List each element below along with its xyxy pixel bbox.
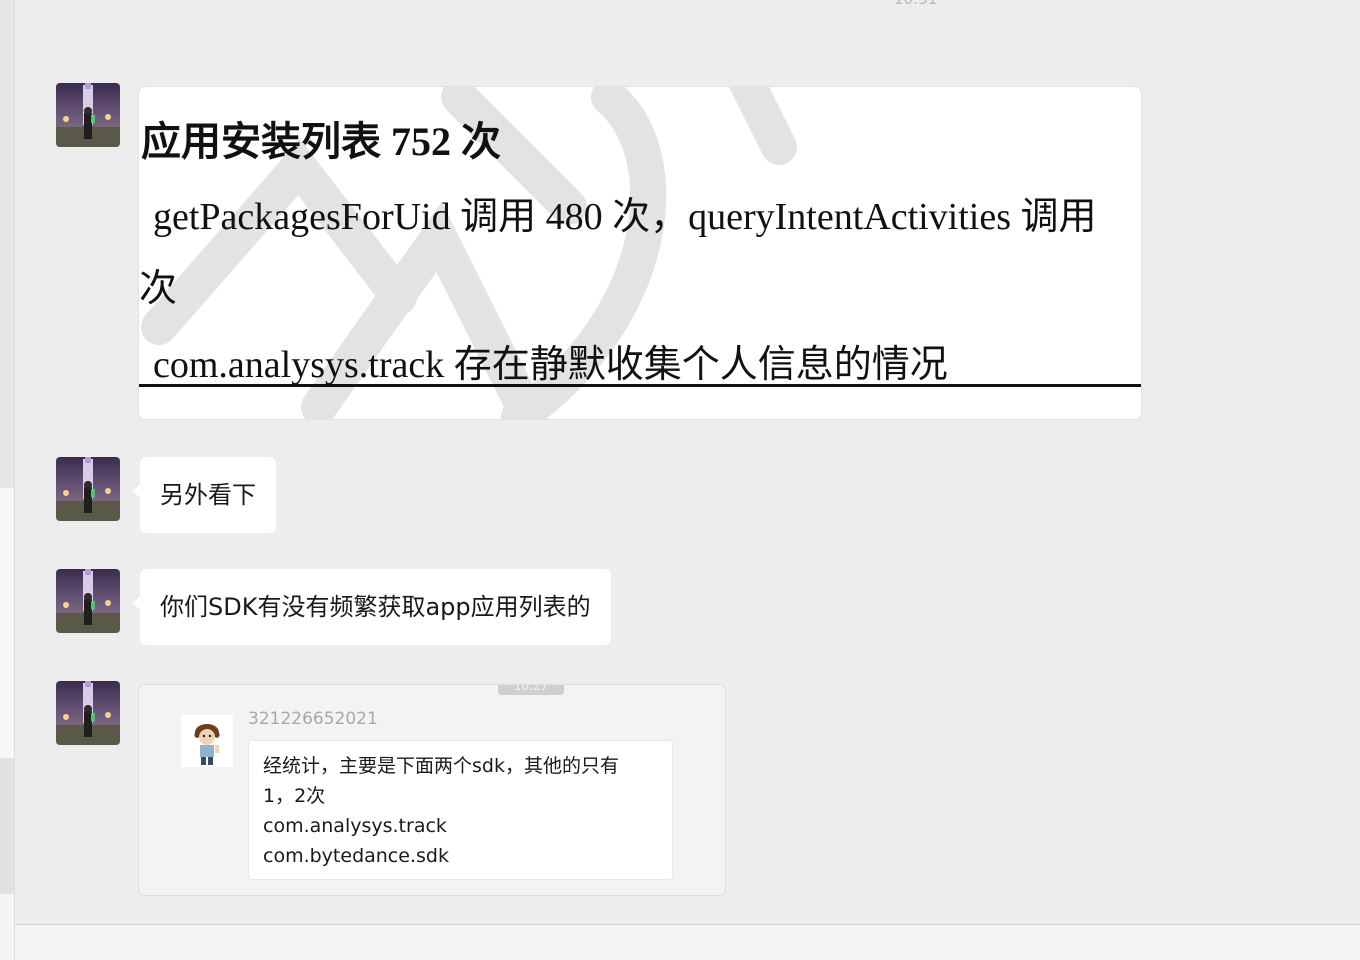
forwarded-text-bubble: 经统计，主要是下面两个sdk，其他的只有 1，2次 com.analysys.t… [248,740,673,880]
forwarded-text-line: com.bytedance.sdk [263,845,449,867]
forwarded-text-line: 经统计，主要是下面两个sdk，其他的只有 [263,755,619,777]
forwarded-sender-name: 321226652021 [248,709,378,729]
forwarded-screenshot-message[interactable]: 10:27 321226652021 经统计，主要是下面两个sdk，其他的只有 … [138,684,726,896]
left-panel-edge [0,0,15,960]
text-message-bubble[interactable]: 你们SDK有没有频繁获取app应用列表的 [133,569,611,645]
forwarded-sender-avatar [181,715,233,767]
image-text-line: getPackagesForUid 调用 480 次，queryIntentAc… [153,196,1097,238]
message-input-area[interactable] [15,925,1360,960]
underline-rule [139,384,1141,387]
sender-avatar[interactable] [56,681,120,745]
message-text: 另外看下 [160,481,256,509]
sender-avatar[interactable] [56,457,120,521]
forwarded-timestamp: 10:27 [498,685,564,695]
image-text-line: 次 [139,268,178,310]
forwarded-text-line: 1，2次 [263,785,326,807]
message-timestamp: 10:31 [894,0,937,8]
sender-avatar[interactable] [56,569,120,633]
image-message[interactable]: 应用安装列表 752 次 getPackagesForUid 调用 480 次，… [138,86,1142,420]
image-text-line: com.analysys.track 存在静默收集个人信息的情况 [153,344,948,386]
forwarded-text-line: com.analysys.track [263,815,447,837]
text-message-bubble[interactable]: 另外看下 [133,457,276,533]
image-text-line: 应用安装列表 752 次 [141,119,501,164]
sender-avatar[interactable] [56,83,120,147]
message-text: 你们SDK有没有频繁获取app应用列表的 [160,593,591,621]
